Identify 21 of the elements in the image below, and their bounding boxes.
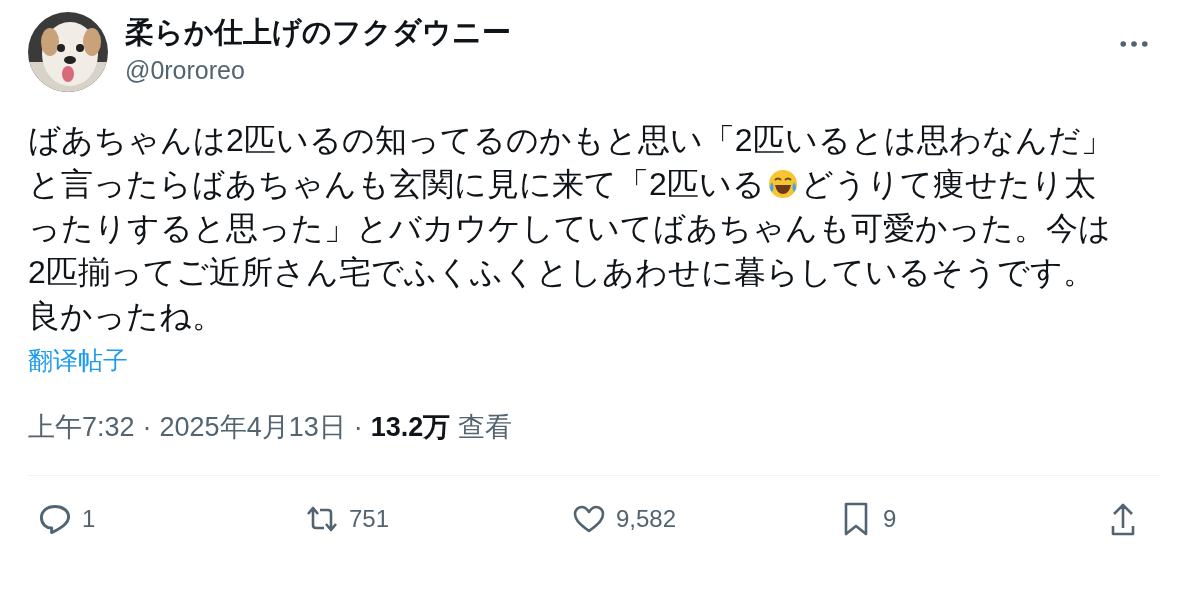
reply-icon[interactable] [38,502,72,536]
views-label: 查看 [458,411,513,444]
action-count: 1 [82,505,96,533]
post-text: と言ったらばあちゃんも玄関に見に来て「2匹いる [28,165,765,204]
action-count: 751 [349,505,390,533]
post-time[interactable]: 上午7:32 [28,409,135,445]
action-count: 9 [883,505,897,533]
view-count: 13.2万 [370,411,451,444]
post-text: ったりすると思った」とバカウケしていてばあちゃんも可愛かった。今は [28,209,1111,248]
separator-dot: · [353,412,363,443]
post-text: 2匹揃ってご近所さん宅でふくふくとしあわせに暮らしているそうです。 [28,253,1095,292]
post-text: 良かったね。 [28,297,224,336]
author-handle[interactable]: @0rororeo [125,50,1120,90]
action-count: 9,582 [616,505,677,533]
separator-dot: · [142,412,152,443]
author-name[interactable]: 柔らか仕上げのフクダウニー [125,14,1120,50]
post-date[interactable]: 2025年4月13日 [159,409,346,445]
laughing-emoji-icon [766,168,799,200]
post-text: ばあちゃんは2匹いるの知ってるのかもと思い「2匹いるとは思わなんだ」 [28,121,1113,160]
more-icon[interactable] [1120,40,1148,48]
post-text: どうりて痩せたり太 [800,165,1096,204]
